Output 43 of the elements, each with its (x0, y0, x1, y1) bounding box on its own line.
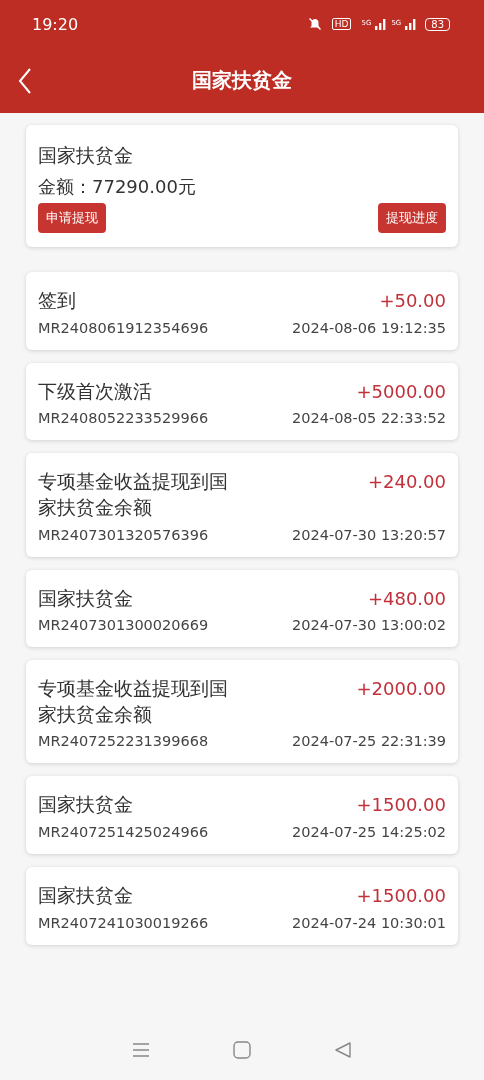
record-title: 专项基金收益提现到国家扶贫金余额 (38, 469, 229, 520)
back-nav-icon[interactable] (334, 1041, 353, 1059)
status-time: 19:20 (32, 14, 79, 34)
fund-title: 国家扶贫金 (38, 143, 134, 168)
record-id: MR2408061912354696 (38, 319, 209, 336)
record-title: 签到 (38, 288, 76, 313)
record-id: MR2407252231399668 (38, 733, 209, 750)
record-time: 2024-07-30 13:00:02 (292, 617, 446, 634)
record-time: 2024-07-24 10:30:01 (292, 914, 446, 931)
record-amount: +1500.00 (356, 885, 446, 907)
action-button[interactable]: 提现进度 (378, 203, 446, 233)
record-id: MR2408052233529966 (38, 410, 209, 427)
hd-badge: HD (331, 18, 352, 30)
muted-bell-icon (307, 17, 322, 31)
record-amount: +240.00 (367, 471, 446, 493)
signal-icon (405, 18, 418, 30)
battery-indicator: 83 (425, 17, 450, 31)
record-time: 2024-07-25 22:31:39 (292, 733, 446, 750)
record-time: 2024-08-05 22:33:52 (292, 410, 446, 427)
signal-icon (375, 18, 388, 30)
record-title: 国家扶贫金 (38, 792, 133, 818)
record-id: MR2407301300020669 (38, 617, 209, 634)
record-amount: +2000.00 (356, 678, 446, 700)
page-title: 国家扶贫金 (192, 67, 292, 94)
home-icon[interactable] (233, 1041, 251, 1059)
record-amount: +50.00 (379, 290, 446, 311)
action-button[interactable]: 申请提现 (38, 203, 106, 233)
record-title: 国家扶贫金 (38, 883, 133, 909)
record-time: 2024-07-30 13:20:57 (292, 526, 446, 543)
record-amount: +1500.00 (356, 794, 446, 816)
record-time: 2024-08-06 19:12:35 (292, 319, 446, 336)
record-title: 专项基金收益提现到国家扶贫金余额 (38, 676, 229, 727)
fund-amount: 金额：77290.00元 (38, 175, 197, 199)
back-icon[interactable] (18, 68, 32, 94)
record-id: MR2407241030019266 (38, 914, 209, 931)
menu-icon[interactable] (131, 1042, 150, 1058)
record-amount: +480.00 (367, 587, 446, 609)
record-amount: +5000.00 (356, 380, 446, 402)
record-title: 下级首次激活 (38, 378, 152, 404)
record-title: 国家扶贫金 (38, 585, 133, 611)
record-time: 2024-07-25 14:25:02 (292, 824, 446, 841)
record-id: MR2407301320576396 (38, 526, 209, 543)
record-id: MR2407251425024966 (38, 824, 209, 841)
